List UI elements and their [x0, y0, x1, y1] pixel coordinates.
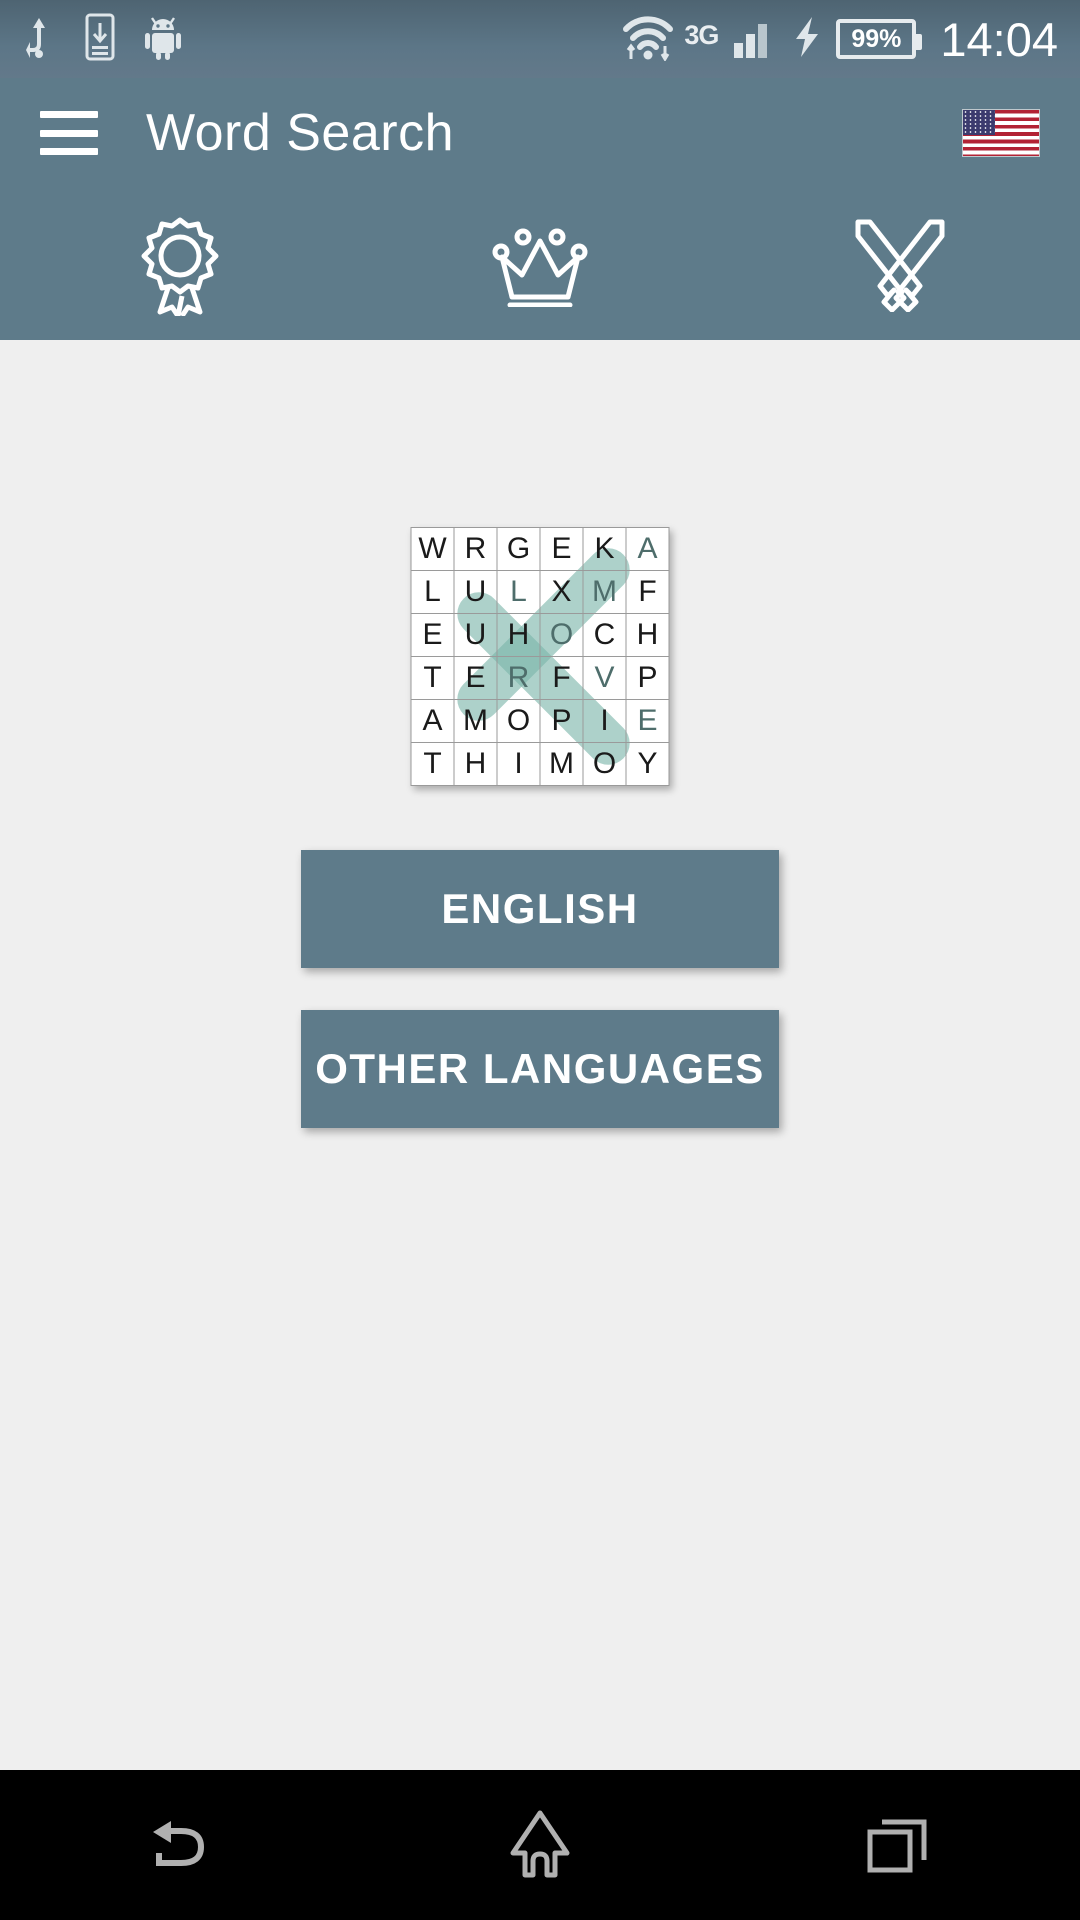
home-icon[interactable] [360, 1770, 720, 1920]
grid-cell[interactable]: A [625, 527, 670, 571]
grid-row: T E R F V P [410, 656, 670, 700]
word-search-grid[interactable]: W R G E K A L U L X M F E U H O C H T E … [410, 527, 670, 786]
grid-row: A M O P I E [410, 699, 670, 743]
page-title: Word Search [146, 104, 455, 162]
grid-cell[interactable]: O [582, 742, 627, 786]
grid-row: E U H O C H [410, 613, 670, 657]
grid-cell[interactable]: F [625, 570, 670, 614]
grid-cell[interactable]: M [453, 699, 498, 743]
grid-cell[interactable]: E [453, 656, 498, 700]
app-bar: Word Search [0, 78, 1080, 340]
grid-cell[interactable]: M [539, 742, 584, 786]
grid-cell[interactable]: I [496, 742, 541, 786]
grid-cell[interactable]: C [582, 613, 627, 657]
grid-cell[interactable]: E [539, 527, 584, 571]
charging-bolt-icon [792, 15, 822, 64]
status-bar: 3G 99% 14:04 [0, 0, 1080, 78]
battery-percent-label: 99% [851, 24, 902, 53]
grid-cell[interactable]: Y [625, 742, 670, 786]
grid-cell[interactable]: E [410, 613, 455, 657]
status-bar-left-icons [22, 13, 182, 66]
signal-bars-icon [732, 15, 778, 64]
crossed-swords-icon[interactable] [720, 188, 1080, 340]
grid-cell[interactable]: P [625, 656, 670, 700]
grid-cell[interactable]: R [453, 527, 498, 571]
grid-cell[interactable]: R [496, 656, 541, 700]
grid-cell[interactable]: H [496, 613, 541, 657]
hamburger-menu-icon[interactable] [40, 111, 98, 155]
android-nav-bar [0, 1770, 1080, 1920]
grid-row: W R G E K A [410, 527, 670, 571]
english-button[interactable]: ENGLISH [301, 850, 779, 968]
grid-cell[interactable]: U [453, 613, 498, 657]
grid-cell[interactable]: H [625, 613, 670, 657]
word-search-board[interactable]: W R G E K A L U L X M F E U H O C H T E … [410, 527, 670, 786]
back-icon[interactable] [0, 1770, 360, 1920]
grid-cell[interactable]: M [582, 570, 627, 614]
grid-cell[interactable]: V [582, 656, 627, 700]
main-content: W R G E K A L U L X M F E U H O C H T E … [0, 340, 1080, 1770]
battery-icon: 99% [836, 19, 923, 59]
grid-cell[interactable]: F [539, 656, 584, 700]
app-bar-icon-row [0, 188, 1080, 340]
app-bar-top-row: Word Search [0, 78, 1080, 188]
grid-cell[interactable]: X [539, 570, 584, 614]
award-medal-icon[interactable] [0, 188, 360, 340]
grid-cell[interactable]: O [496, 699, 541, 743]
grid-cell[interactable]: G [496, 527, 541, 571]
clock-label: 14:04 [940, 12, 1058, 66]
screenshot-saved-icon [84, 13, 116, 66]
network-type-label: 3G [684, 19, 719, 50]
wifi-icon [620, 13, 676, 66]
us-flag-icon[interactable] [962, 109, 1040, 157]
grid-cell[interactable]: H [453, 742, 498, 786]
status-bar-right-icons: 3G 99% 14:04 [620, 12, 1058, 67]
recents-icon[interactable] [720, 1770, 1080, 1920]
grid-cell[interactable]: I [582, 699, 627, 743]
other-languages-button[interactable]: OTHER LANGUAGES [301, 1010, 779, 1128]
grid-cell[interactable]: A [410, 699, 455, 743]
grid-cell[interactable]: W [410, 527, 455, 571]
grid-row: T H I M O Y [410, 742, 670, 786]
grid-cell[interactable]: P [539, 699, 584, 743]
grid-body: W R G E K A L U L X M F E U H O C H T E … [410, 527, 670, 786]
grid-cell[interactable]: L [496, 570, 541, 614]
grid-row: L U L X M F [410, 570, 670, 614]
grid-cell[interactable]: K [582, 527, 627, 571]
crown-icon[interactable] [360, 188, 720, 340]
grid-cell[interactable]: L [410, 570, 455, 614]
usb-icon [22, 14, 56, 65]
grid-cell[interactable]: O [539, 613, 584, 657]
grid-cell[interactable]: T [410, 742, 455, 786]
android-robot-icon [144, 14, 182, 65]
grid-cell[interactable]: E [625, 699, 670, 743]
grid-cell[interactable]: T [410, 656, 455, 700]
grid-cell[interactable]: U [453, 570, 498, 614]
